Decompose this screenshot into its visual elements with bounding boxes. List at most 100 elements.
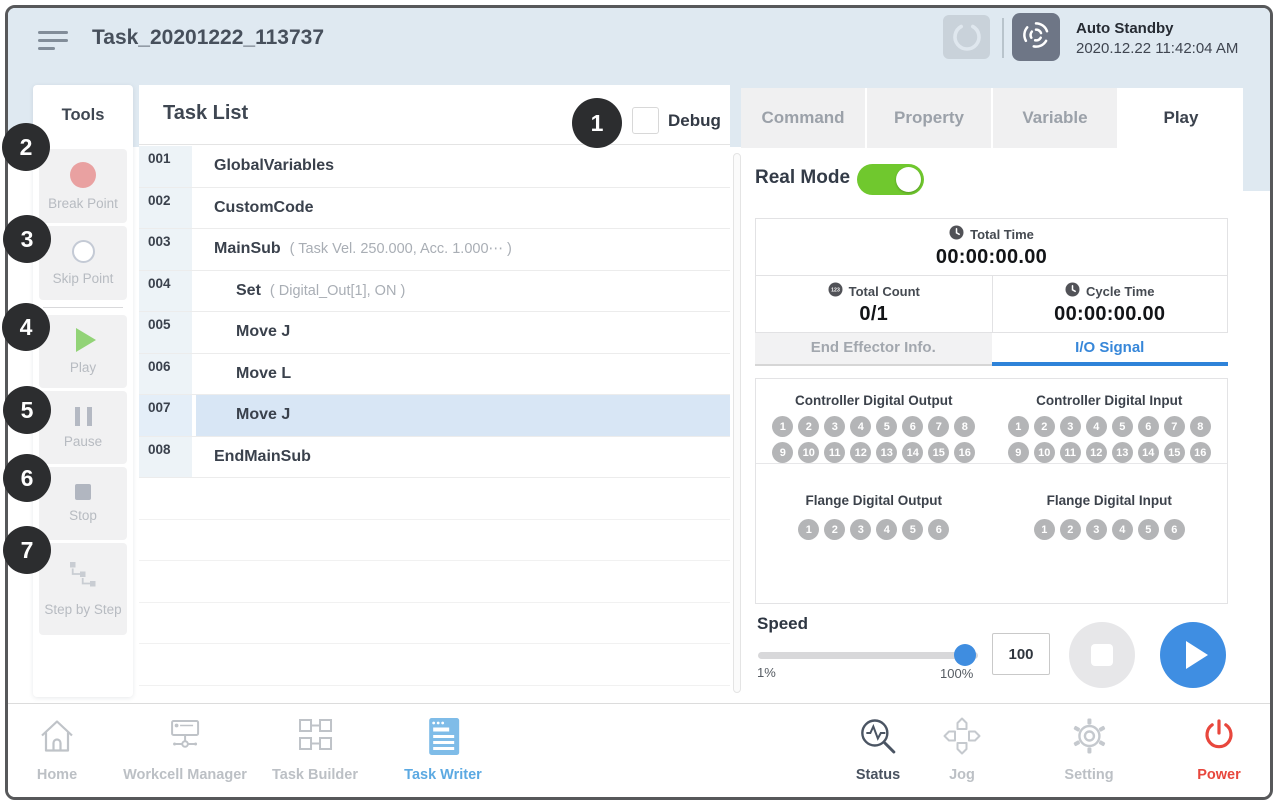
io-circle: 3 <box>1086 519 1107 540</box>
total-count-cell: 123 Total Count 0/1 <box>756 276 992 332</box>
task-row[interactable]: 004 Set ( Digital_Out[1], ON ) <box>139 271 730 313</box>
row-command: MainSub <box>214 240 281 258</box>
nav-task-builder[interactable]: Task Builder <box>272 714 358 783</box>
total-time-cell: Total Time 00:00:00.00 <box>756 219 1227 276</box>
io-circle: 6 <box>928 519 949 540</box>
task-row[interactable]: 003 MainSub ( Task Vel. 250.000, Acc. 1.… <box>139 229 730 271</box>
callout-3: 3 <box>3 215 51 263</box>
row-number: 005 <box>139 312 196 353</box>
task-row[interactable]: 008 EndMainSub <box>139 437 730 479</box>
io-circle: 2 <box>1060 519 1081 540</box>
row-number: 006 <box>139 354 196 395</box>
stop-icon <box>75 484 91 500</box>
io-circle: 11 <box>824 442 845 463</box>
task-list-scrollbar[interactable] <box>733 153 741 693</box>
break-point-icon <box>70 162 96 188</box>
callout-7: 7 <box>3 526 51 574</box>
tab-play[interactable]: Play <box>1119 88 1243 148</box>
robot-home-button[interactable] <box>943 15 990 59</box>
cycle-time-value: 00:00:00.00 <box>1054 303 1165 326</box>
brand-logo <box>1012 13 1060 61</box>
io-circle: 1 <box>798 519 819 540</box>
io-circle: 2 <box>824 519 845 540</box>
empty-row <box>139 603 730 645</box>
nav-task-writer[interactable]: Task Writer <box>404 714 482 783</box>
stop-tool-button[interactable]: Stop <box>39 467 127 540</box>
break-point-button[interactable]: Break Point <box>39 149 127 223</box>
nav-jog[interactable]: Jog <box>940 714 984 783</box>
total-count-value: 0/1 <box>859 303 888 326</box>
row-command: Move L <box>236 365 291 383</box>
play-button[interactable] <box>1160 622 1226 688</box>
tools-panel: Tools Break Point Skip Point Play Pause … <box>33 85 133 697</box>
io-circle: 13 <box>1112 442 1133 463</box>
row-command: Move J <box>236 323 290 341</box>
io-circle: 4 <box>850 416 871 437</box>
task-row[interactable]: 002 CustomCode <box>139 188 730 230</box>
io-signal-label: I/O Signal <box>1075 339 1144 356</box>
row-command: Set <box>236 282 261 300</box>
tools-title: Tools <box>33 106 133 125</box>
active-tab-underline <box>992 362 1229 366</box>
step-by-step-button[interactable]: Step by Step <box>39 543 127 635</box>
row-number: 003 <box>139 229 196 270</box>
pause-icon <box>75 407 92 426</box>
controller-digital-input: Controller Digital Input 123456789101112… <box>992 379 1228 463</box>
io-circle: 1 <box>772 416 793 437</box>
speed-slider-thumb[interactable] <box>954 644 976 666</box>
stop-label: Stop <box>69 508 97 523</box>
nav-status[interactable]: Status <box>856 714 900 783</box>
debug-checkbox[interactable] <box>632 107 659 134</box>
real-mode-label: Real Mode <box>755 167 850 189</box>
speed-input[interactable] <box>992 633 1050 675</box>
pause-button[interactable]: Pause <box>39 391 127 464</box>
tab-property[interactable]: Property <box>867 88 993 148</box>
row-number: 001 <box>139 146 196 187</box>
io-circle: 15 <box>928 442 949 463</box>
empty-row <box>139 478 730 520</box>
callout-2: 2 <box>2 123 50 171</box>
cycle-time-label: Cycle Time <box>1086 284 1154 299</box>
nav-power[interactable]: Power <box>1197 714 1241 783</box>
task-row-selected[interactable]: 007 Move J <box>139 395 730 437</box>
jog-icon <box>940 714 984 763</box>
play-tool-button[interactable]: Play <box>39 315 127 388</box>
timer-box: Total Time 00:00:00.00 123 Total Count 0… <box>755 218 1228 333</box>
task-row[interactable]: 001 GlobalVariables <box>139 146 730 188</box>
stop-button[interactable] <box>1069 622 1135 688</box>
speed-slider-track[interactable] <box>758 652 978 659</box>
tools-divider <box>43 307 123 308</box>
empty-row <box>139 561 730 603</box>
nav-workcell-manager[interactable]: Workcell Manager <box>123 714 247 783</box>
real-mode-toggle[interactable] <box>857 164 924 195</box>
row-command: Move J <box>236 406 290 424</box>
task-row[interactable]: 005 Move J <box>139 312 730 354</box>
io-circle: 5 <box>902 519 923 540</box>
nav-home[interactable]: Home <box>35 714 79 783</box>
io-circle: 8 <box>1190 416 1211 437</box>
flange-digital-output: Flange Digital Output 123456 <box>756 464 992 540</box>
right-tab-bar: Command Property Variable Play <box>741 88 1243 148</box>
nav-setting[interactable]: Setting <box>1064 714 1113 783</box>
io-circle: 14 <box>902 442 923 463</box>
io-circle: 7 <box>928 416 949 437</box>
task-rows: 001 GlobalVariables 002 CustomCode 003 M… <box>139 146 730 705</box>
stop-square-icon <box>1091 644 1113 666</box>
tab-end-effector-info[interactable]: End Effector Info. <box>755 333 992 366</box>
power-icon <box>1197 714 1241 763</box>
task-row[interactable]: 006 Move L <box>139 354 730 396</box>
tab-command[interactable]: Command <box>741 88 867 148</box>
io-circle: 4 <box>1086 416 1107 437</box>
task-title: Task_20201222_113737 <box>92 26 324 50</box>
io-circle: 2 <box>798 416 819 437</box>
play-icon <box>76 328 96 352</box>
io-circle: 4 <box>1112 519 1133 540</box>
menu-icon[interactable] <box>38 31 70 53</box>
tab-variable[interactable]: Variable <box>993 88 1119 148</box>
total-time-label: Total Time <box>970 227 1034 242</box>
io-circle: 8 <box>954 416 975 437</box>
io-circle: 15 <box>1164 442 1185 463</box>
io-circle: 3 <box>1060 416 1081 437</box>
tab-io-signal[interactable]: I/O Signal <box>992 333 1229 366</box>
skip-point-button[interactable]: Skip Point <box>39 226 127 300</box>
